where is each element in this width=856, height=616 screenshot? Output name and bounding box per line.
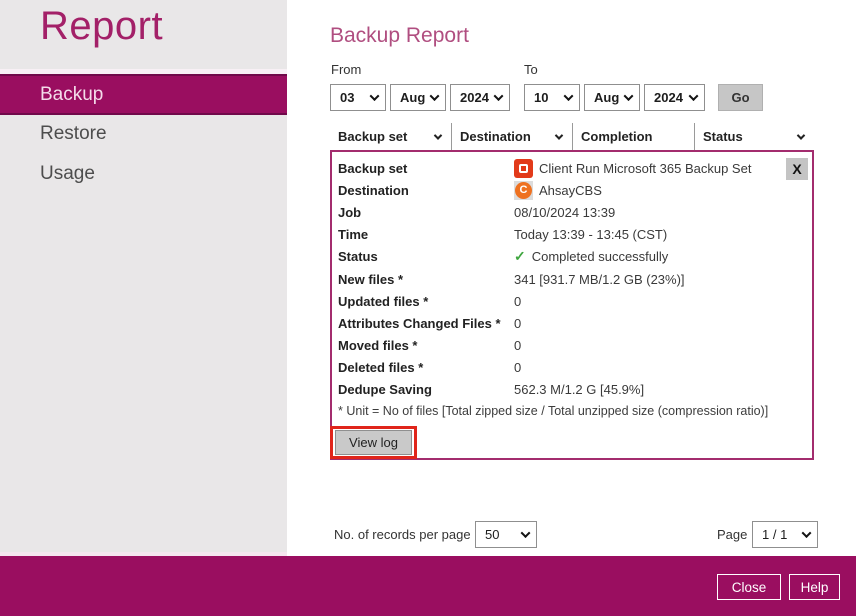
chevron-down-icon xyxy=(802,528,812,538)
records-per-page-value: 50 xyxy=(485,527,499,542)
table-row: Attributes Changed Files * 0 xyxy=(338,312,808,334)
page-title: Report xyxy=(40,4,163,49)
footer-bar: Close Help xyxy=(0,556,856,616)
unit-footnote: * Unit = No of files [Total zipped size … xyxy=(338,404,768,418)
sidebar: Report Backup Restore Usage xyxy=(0,0,287,556)
filter-label: Status xyxy=(703,129,743,144)
to-year-select[interactable]: 2024 xyxy=(644,84,705,111)
chevron-down-icon xyxy=(521,528,531,538)
chevron-down-icon xyxy=(434,131,442,139)
filter-label: Destination xyxy=(460,129,531,144)
page-select[interactable]: 1 / 1 xyxy=(752,521,818,548)
sidebar-item-usage[interactable]: Usage xyxy=(0,158,287,190)
backup-detail-panel: X Backup set Client Run Microsoft 365 Ba… xyxy=(330,150,814,460)
row-label: Moved files * xyxy=(338,338,514,353)
chevron-down-icon xyxy=(430,91,440,101)
records-per-page-label: No. of records per page xyxy=(334,527,471,542)
row-label: Destination xyxy=(338,183,514,198)
to-year-value: 2024 xyxy=(654,90,683,105)
to-month-select[interactable]: Aug xyxy=(584,84,640,111)
row-label: Status xyxy=(338,249,514,264)
help-button[interactable]: Help xyxy=(789,574,840,600)
backup-report-window: Report Backup Restore Usage Backup Repor… xyxy=(0,0,856,616)
row-label: Job xyxy=(338,205,514,220)
microsoft-365-icon xyxy=(514,159,533,178)
row-label: New files * xyxy=(338,272,514,287)
chevron-down-icon xyxy=(624,91,634,101)
from-month-value: Aug xyxy=(400,90,425,105)
filter-label: Completion xyxy=(581,129,653,144)
close-button[interactable]: Close xyxy=(717,574,781,600)
row-label: Backup set xyxy=(338,161,514,176)
from-label: From xyxy=(331,62,361,77)
row-label: Deleted files * xyxy=(338,360,514,375)
sidebar-item-backup[interactable]: Backup xyxy=(0,74,287,115)
row-value: 341 [931.7 MB/1.2 GB (23%)] xyxy=(514,272,685,287)
sidebar-item-label: Restore xyxy=(40,123,107,145)
row-label: Time xyxy=(338,227,514,242)
ahsaycbs-icon: C xyxy=(514,181,533,200)
filter-status[interactable]: Status xyxy=(695,123,814,150)
table-row: Job 08/10/2024 13:39 xyxy=(338,201,808,223)
records-per-page-select[interactable]: 50 xyxy=(475,521,537,548)
table-row: Dedupe Saving 562.3 M/1.2 G [45.9%] xyxy=(338,379,808,401)
filter-label: Backup set xyxy=(338,129,407,144)
go-button[interactable]: Go xyxy=(718,84,763,111)
to-label: To xyxy=(524,62,538,77)
row-value: AhsayCBS xyxy=(539,183,602,198)
row-value: 08/10/2024 13:39 xyxy=(514,205,615,220)
from-day-value: 03 xyxy=(340,90,354,105)
row-value: Today 13:39 - 13:45 (CST) xyxy=(514,227,667,242)
table-row: Deleted files * 0 xyxy=(338,357,808,379)
to-month-value: Aug xyxy=(594,90,619,105)
row-value: 0 xyxy=(514,294,521,309)
to-day-select[interactable]: 10 xyxy=(524,84,580,111)
from-month-select[interactable]: Aug xyxy=(390,84,446,111)
table-row: Destination C AhsayCBS xyxy=(338,179,808,201)
row-value: 0 xyxy=(514,360,521,375)
sidebar-item-restore[interactable]: Restore xyxy=(0,118,287,150)
chevron-down-icon xyxy=(689,91,699,101)
row-label: Updated files * xyxy=(338,294,514,309)
row-label: Dedupe Saving xyxy=(338,382,514,397)
filter-bar: Backup set Destination Completion Status xyxy=(330,123,814,150)
view-log-button[interactable]: View log xyxy=(335,430,412,455)
chevron-down-icon xyxy=(494,91,504,101)
from-day-select[interactable]: 03 xyxy=(330,84,386,111)
page-value: 1 / 1 xyxy=(762,527,787,542)
row-value: Client Run Microsoft 365 Backup Set xyxy=(539,161,751,176)
table-row: Backup set Client Run Microsoft 365 Back… xyxy=(338,157,808,179)
filter-completion[interactable]: Completion xyxy=(573,123,695,150)
row-value: 0 xyxy=(514,338,521,353)
filter-destination[interactable]: Destination xyxy=(452,123,573,150)
to-day-value: 10 xyxy=(534,90,548,105)
filter-backup-set[interactable]: Backup set xyxy=(330,123,452,150)
check-icon: ✓ xyxy=(514,248,526,265)
table-row: Updated files * 0 xyxy=(338,290,808,312)
chevron-down-icon xyxy=(564,91,574,101)
sidebar-item-label: Backup xyxy=(40,84,103,106)
row-value: 562.3 M/1.2 G [45.9%] xyxy=(514,382,644,397)
sidebar-item-label: Usage xyxy=(40,163,95,185)
chevron-down-icon xyxy=(555,131,563,139)
table-row: Time Today 13:39 - 13:45 (CST) xyxy=(338,224,808,246)
table-row: New files * 341 [931.7 MB/1.2 GB (23%)] xyxy=(338,268,808,290)
from-year-select[interactable]: 2024 xyxy=(450,84,510,111)
main-heading: Backup Report xyxy=(330,24,469,48)
detail-rows: Backup set Client Run Microsoft 365 Back… xyxy=(338,157,808,401)
table-row: Status ✓ Completed successfully xyxy=(338,246,808,268)
row-value: Completed successfully xyxy=(532,249,669,264)
row-value: 0 xyxy=(514,316,521,331)
from-year-value: 2024 xyxy=(460,90,489,105)
table-row: Moved files * 0 xyxy=(338,335,808,357)
row-label: Attributes Changed Files * xyxy=(338,316,514,331)
view-log-highlight: View log xyxy=(330,426,417,459)
chevron-down-icon xyxy=(797,131,805,139)
chevron-down-icon xyxy=(370,91,380,101)
page-label: Page xyxy=(717,527,747,542)
